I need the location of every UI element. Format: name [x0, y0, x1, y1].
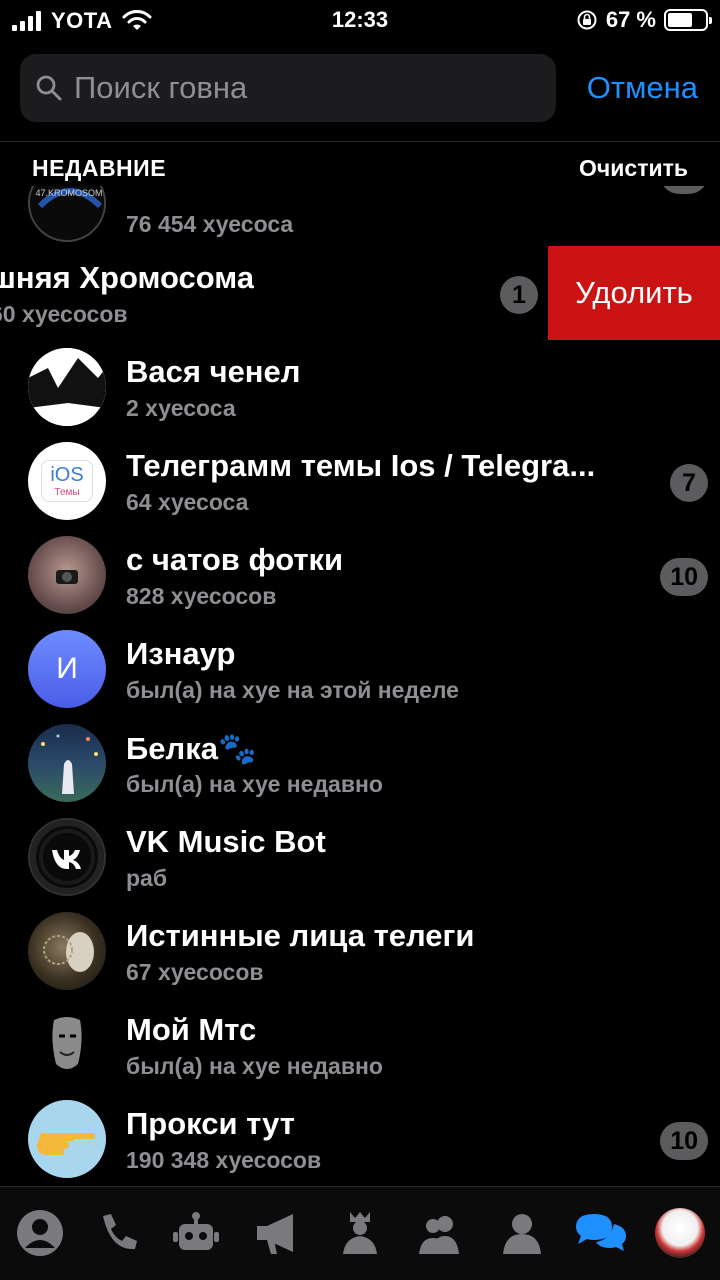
status-bar: YOTA 12:33 67 % — [0, 0, 720, 40]
chat-title: Белка🐾 — [126, 731, 257, 766]
chat-subtitle: 828 хуесосов — [126, 583, 277, 609]
chat-title: Истинные лица телеги — [126, 918, 475, 953]
chat-subtitle: 60 хуесосов — [0, 301, 128, 327]
avatar-subtext: Темы — [54, 487, 80, 498]
unread-badge: 10 — [660, 1122, 708, 1160]
chat-subtitle: раб — [126, 865, 168, 891]
tab-calls[interactable] — [90, 1205, 146, 1261]
profile-avatar — [655, 1208, 705, 1258]
unread-badge: 97 — [660, 186, 708, 194]
battery-percent: 67 % — [605, 7, 656, 32]
avatar-text: iOS — [50, 464, 84, 486]
avatar-logo-text: 47.KROMOSOM — [35, 188, 102, 198]
list-item[interactable]: И Изнаур был(а) на хуе на этой неделе — [0, 622, 720, 716]
list-item[interactable]: Истинные лица телеги 67 хуесосов — [0, 904, 720, 998]
channels-icon — [257, 1214, 293, 1254]
tab-admin[interactable] — [332, 1205, 388, 1261]
avatar — [28, 818, 106, 896]
contacts-icon — [17, 1210, 63, 1256]
chat-subtitle: 64 хуесоса — [126, 489, 249, 515]
list-item[interactable]: с чатов фотки 828 хуесосов 10 — [0, 528, 720, 622]
groups-icon — [419, 1216, 459, 1254]
list-item[interactable]: Белка🐾 был(а) на хуе недавно — [0, 716, 720, 810]
chat-title: с чатов фотки — [126, 542, 344, 577]
search-input[interactable] — [74, 70, 534, 106]
avatar: iOS Темы — [28, 442, 106, 520]
chat-title: Изнаур — [126, 636, 236, 671]
chat-subtitle: был(а) на хуе недавно — [126, 771, 383, 797]
avatar — [28, 348, 106, 426]
chat-title: VK Music Bot — [126, 824, 326, 859]
cancel-button[interactable]: Отмена — [587, 70, 698, 106]
list-item[interactable]: iOS Темы Телеграмм темы Ios / Telegra...… — [0, 434, 720, 528]
pointing-hand-icon — [37, 1133, 95, 1155]
unread-badge: 7 — [670, 464, 708, 502]
chat-subtitle: был(а) на хуе на этой неделе — [126, 677, 459, 703]
chat-subtitle: 76 454 хуесоса — [126, 211, 294, 237]
avatar — [28, 536, 106, 614]
tab-contacts[interactable] — [12, 1205, 68, 1261]
list-item[interactable]: Прокси тут 190 348 хуесосов 10 — [0, 1092, 720, 1186]
unread-badge: 10 — [660, 558, 708, 596]
vk-logo-icon — [30, 820, 104, 894]
list-item[interactable]: VK Music Bot раб — [0, 810, 720, 904]
tab-channels[interactable] — [250, 1205, 306, 1261]
list-item-swiped[interactable]: шняя Хромосома 60 хуесосов 1 Удолить — [0, 246, 720, 340]
chat-title: Прокси тут — [126, 1106, 295, 1141]
avatar — [28, 1006, 106, 1084]
list-item[interactable]: 47.KROMOSOM 76 454 хуесоса 97 — [0, 186, 720, 250]
search-icon — [36, 75, 62, 101]
list-item[interactable]: Мой Мтс был(а) на хуе недавно — [0, 998, 720, 1092]
chat-subtitle: 190 348 хуесосов — [126, 1147, 322, 1173]
user-icon — [503, 1214, 541, 1254]
rotation-lock-icon — [577, 10, 597, 30]
tab-bots[interactable] — [168, 1205, 224, 1261]
bots-icon — [173, 1212, 219, 1250]
avatar: 47.KROMOSOM — [28, 186, 106, 242]
chat-title: Телеграмм темы Ios / Telegra... — [126, 448, 596, 483]
avatar-letter: И — [56, 652, 78, 685]
unread-badge: 1 — [500, 276, 538, 314]
tab-bar — [0, 1186, 720, 1280]
delete-button[interactable]: Удолить — [548, 246, 720, 340]
chats-icon — [576, 1214, 626, 1251]
avatar — [28, 912, 106, 990]
divider — [0, 141, 720, 142]
chat-subtitle: был(а) на хуе недавно — [126, 1053, 383, 1079]
avatar — [28, 1100, 106, 1178]
chat-title: шняя Хромосома — [0, 260, 255, 295]
recent-list: 47.KROMOSOM 76 454 хуесоса 97 шняя Хромо… — [0, 186, 720, 1186]
search-bar[interactable] — [20, 54, 556, 122]
tab-chats[interactable] — [572, 1205, 628, 1261]
battery-icon — [664, 9, 712, 31]
chat-title: Вася ченел — [126, 354, 301, 389]
calls-icon — [103, 1214, 137, 1250]
mask-icon — [52, 1017, 82, 1069]
tab-profile[interactable] — [652, 1205, 708, 1261]
clear-button[interactable]: Очистить — [579, 155, 688, 182]
tab-user[interactable] — [494, 1205, 550, 1261]
tab-groups[interactable] — [412, 1205, 468, 1261]
chat-title: Мой Мтс — [126, 1012, 257, 1047]
chat-subtitle: 2 хуесоса — [126, 395, 236, 421]
chat-subtitle: 67 хуесосов — [126, 959, 264, 985]
recent-header: НЕДАВНИЕ — [32, 155, 167, 181]
avatar — [28, 724, 106, 802]
list-item[interactable]: Вася ченел 2 хуесоса — [0, 340, 720, 434]
avatar: И — [28, 630, 106, 708]
admin-icon — [343, 1212, 377, 1254]
